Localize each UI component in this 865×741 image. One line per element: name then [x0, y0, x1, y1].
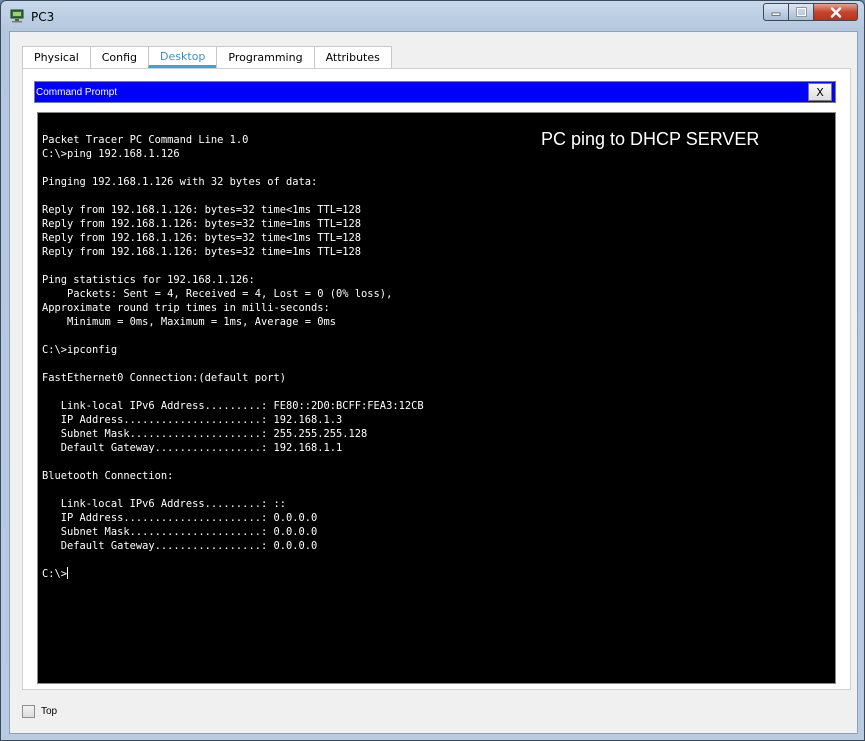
terminal-line: Approximate round trip times in milli-se…: [42, 302, 330, 314]
top-checkbox[interactable]: [22, 705, 35, 718]
minimize-button[interactable]: [763, 3, 789, 21]
command-prompt-close-button[interactable]: X: [808, 83, 832, 101]
close-icon: [830, 6, 841, 18]
terminal-line: Link-local IPv6 Address.........: FE80::…: [60, 400, 424, 412]
terminal-line: Link-local IPv6 Address.........: ::: [60, 498, 286, 510]
terminal-prompt: C:\>: [42, 568, 68, 580]
pc3-window: PC3 Physical Config Desktop Programming …: [0, 0, 865, 741]
device-panel: Physical Config Desktop Programming Attr…: [9, 31, 858, 734]
maximize-icon: [795, 7, 807, 17]
terminal-line: Pinging 192.168.1.126 with 32 bytes of d…: [42, 176, 318, 188]
tab-bar: Physical Config Desktop Programming Attr…: [22, 46, 392, 68]
pc-app-icon: [10, 9, 24, 23]
terminal-line: Reply from 192.168.1.126: bytes=32 time<…: [42, 204, 362, 216]
window-controls: [763, 3, 858, 21]
terminal-line: Packets: Sent = 4, Received = 4, Lost = …: [67, 288, 393, 300]
terminal-text: Packet Tracer PC Command Line 1.0 C:\>pi…: [42, 133, 424, 581]
terminal-output[interactable]: Packet Tracer PC Command Line 1.0 C:\>pi…: [37, 112, 836, 684]
tab-physical[interactable]: Physical: [22, 46, 91, 68]
terminal-line: Subnet Mask.....................: 255.25…: [60, 428, 368, 440]
maximize-button[interactable]: [789, 3, 814, 21]
terminal-line: Packet Tracer PC Command Line 1.0: [42, 134, 249, 146]
window-title: PC3: [31, 10, 55, 24]
terminal-line: Reply from 192.168.1.126: bytes=32 time<…: [42, 232, 362, 244]
top-label: Top: [41, 706, 58, 717]
terminal-line: FastEthernet0 Connection:(default port): [42, 372, 286, 384]
text-cursor: [67, 567, 69, 579]
terminal-line: Ping statistics for 192.168.1.126:: [42, 274, 255, 286]
terminal-line: Reply from 192.168.1.126: bytes=32 time=…: [42, 246, 362, 258]
minimize-icon: [771, 12, 781, 16]
tab-attributes[interactable]: Attributes: [313, 46, 392, 68]
terminal-line: C:\>ping 192.168.1.126: [42, 148, 180, 160]
terminal-line: IP Address......................: 0.0.0.…: [60, 512, 318, 524]
annotation-text: PC ping to DHCP SERVER: [541, 129, 760, 149]
terminal-line: Minimum = 0ms, Maximum = 1ms, Average = …: [67, 316, 337, 328]
terminal-line: Subnet Mask.....................: 0.0.0.…: [60, 526, 318, 538]
terminal-line: Default Gateway.................: 192.16…: [60, 442, 343, 454]
close-window-button[interactable]: [814, 3, 858, 21]
terminal-line: Bluetooth Connection:: [42, 470, 174, 482]
terminal-line: IP Address......................: 192.16…: [60, 414, 343, 426]
command-prompt-header: Command Prompt X: [34, 81, 836, 103]
command-prompt-title: Command Prompt: [36, 87, 118, 98]
top-option: Top: [22, 705, 57, 718]
tab-desktop[interactable]: Desktop: [148, 46, 218, 68]
tab-programming[interactable]: Programming: [216, 46, 315, 68]
tab-config[interactable]: Config: [89, 46, 150, 68]
terminal-line: Default Gateway.................: 0.0.0.…: [60, 540, 318, 552]
terminal-line: C:\>ipconfig: [42, 344, 118, 356]
terminal-lines: Packet Tracer PC Command Line 1.0 C:\>pi…: [42, 134, 424, 552]
desktop-panel: Command Prompt X Packet Tracer PC Comman…: [22, 68, 851, 690]
title-bar[interactable]: PC3: [1, 1, 864, 31]
terminal-line: Reply from 192.168.1.126: bytes=32 time=…: [42, 218, 362, 230]
